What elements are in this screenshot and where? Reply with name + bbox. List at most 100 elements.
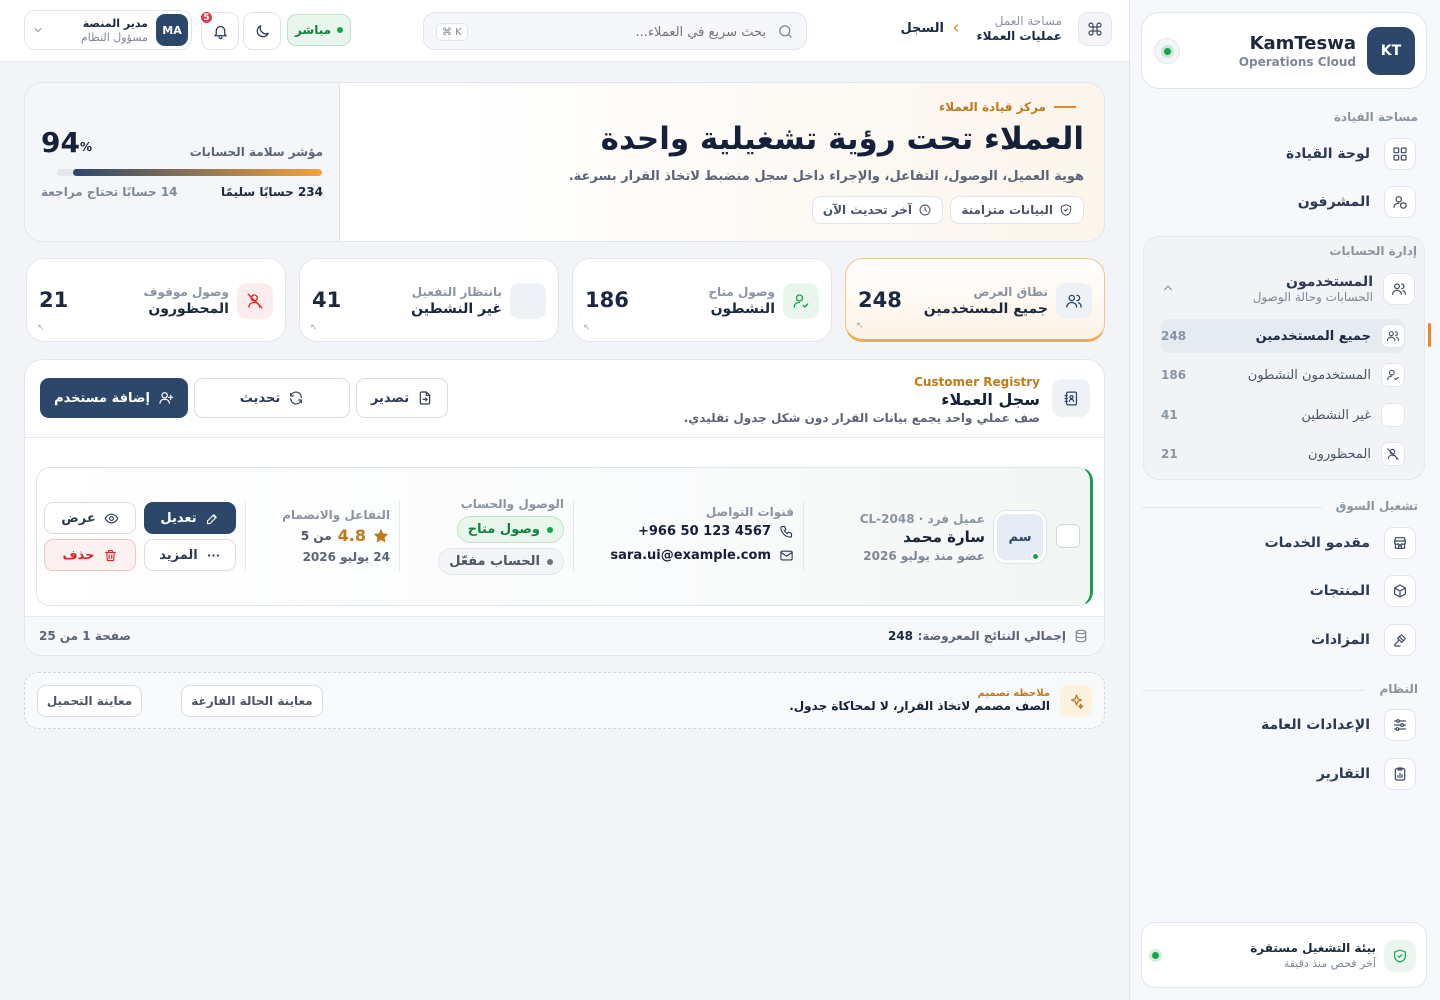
moon-icon xyxy=(256,24,269,37)
sidebar-subitem-count: 41 xyxy=(1161,408,1178,422)
contact-caption: قنوات التواصل xyxy=(705,505,794,519)
breadcrumb-root[interactable]: مساحة العمل xyxy=(977,14,1062,28)
grid-icon xyxy=(1384,138,1416,170)
command-icon[interactable] xyxy=(1078,12,1112,46)
hero-eyebrow-text: مركز قيادة العملاء xyxy=(939,100,1046,114)
sync-label: البيانات متزامنة xyxy=(961,203,1053,217)
access-caption: الوصول والحساب xyxy=(460,497,564,511)
registry-title: سجل العملاء xyxy=(941,390,1040,409)
add-user-button[interactable]: إضافة مستخدم xyxy=(40,378,188,418)
note-eyebrow: ملاحظة تصميم xyxy=(977,688,1050,699)
users-icon xyxy=(1381,324,1405,348)
more-button[interactable]: المزيد xyxy=(144,539,236,571)
stat-label: المحظورون xyxy=(148,301,229,317)
preview-loading-label: معاينة التحميل xyxy=(46,694,133,708)
chevron-left-icon xyxy=(950,22,962,34)
dark-mode-toggle[interactable] xyxy=(243,12,281,50)
edit-label: تعديل xyxy=(160,510,197,526)
health-panel: مؤشر سلامة الحسابات 94 % 234 حسابًا سليم… xyxy=(25,83,340,241)
sidebar-subitem-label: المحظورون xyxy=(1308,446,1371,462)
brand-logo: KT xyxy=(1367,27,1415,75)
export-label: تصدير xyxy=(370,390,410,406)
note-text: الصف مصمم لاتخاذ القرار، لا لمحاكاة جدول… xyxy=(789,699,1050,713)
users-icon xyxy=(1056,283,1092,319)
live-badge: مباشر xyxy=(287,14,351,46)
stat-card-banned-users[interactable]: وصول موقوف المحظورون 21 ↖ xyxy=(26,258,286,342)
active-indicator xyxy=(1428,323,1431,347)
design-note: ملاحظة تصميم الصف مصمم لاتخاذ القرار، لا… xyxy=(24,672,1105,729)
breadcrumb-sub[interactable]: عمليات العملاء xyxy=(977,29,1062,43)
sidebar-subitem-all-users[interactable]: جميع المستخدمين 248 xyxy=(1161,319,1405,353)
delete-button[interactable]: حذف xyxy=(44,539,136,571)
star-icon xyxy=(372,527,390,545)
sidebar-subitem-label: جميع المستخدمين xyxy=(1255,328,1371,344)
stat-label: غير النشطين xyxy=(411,301,502,317)
stat-value: 41 xyxy=(312,288,342,312)
row-checkbox[interactable] xyxy=(1056,524,1080,548)
customer-name[interactable]: سارة محمد xyxy=(903,528,985,546)
health-progress xyxy=(57,169,322,176)
breadcrumb: مساحة العمل عمليات العملاء xyxy=(977,14,1062,43)
sidebar-subitem-active-users[interactable]: المستخدمون النشطون 186 xyxy=(1161,358,1405,392)
export-button[interactable]: تصدير xyxy=(356,378,448,418)
shortcut-badge: ⌘ K xyxy=(436,23,468,41)
access-badge-label: وصول متاح xyxy=(467,522,540,537)
stat-card-all-users[interactable]: نطاق العرض جميع المستخدمين 248 ↖ xyxy=(845,258,1105,342)
stat-caption: نطاق العرض xyxy=(973,285,1048,299)
users-icon xyxy=(1383,273,1415,305)
sparkles-icon xyxy=(1060,685,1092,717)
stat-caption: وصول موقوف xyxy=(143,285,229,299)
registry-card: Customer Registry سجل العملاء صف عملي وا… xyxy=(24,359,1105,656)
trash-icon xyxy=(103,548,118,563)
box-icon xyxy=(1384,575,1416,607)
view-label: عرض xyxy=(61,510,96,526)
search-box[interactable]: ⌘ K xyxy=(423,12,807,50)
sidebar-item-dashboard[interactable]: لوحة القيادة xyxy=(1146,137,1416,171)
stat-card-inactive-users[interactable]: بانتظار التفعيل غير النشطين 41 ↖ xyxy=(299,258,559,342)
search-input[interactable] xyxy=(496,21,766,43)
sidebar-item-auctions[interactable]: المزادات xyxy=(1146,623,1416,657)
stat-card-active-users[interactable]: وصول متاح النشطون 186 ↖ xyxy=(572,258,832,342)
sidebar-subitem-banned-users[interactable]: المحظورون 21 xyxy=(1161,437,1405,471)
sidebar-item-products[interactable]: المنتجات xyxy=(1146,574,1416,608)
sidebar-subitem-label: غير النشطين xyxy=(1301,407,1371,423)
section-title-command: مساحة القيادة xyxy=(1333,110,1418,124)
users-group: إدارة الحسابات المستخدمون الحسابات وحالة… xyxy=(1143,236,1431,480)
phone-field[interactable]: +966 50 123 4567 xyxy=(638,524,794,539)
user-menu[interactable]: MA مدير المنصة مسؤول النظام xyxy=(24,10,192,50)
sidebar-item-label: المزادات xyxy=(1310,632,1370,648)
access-badge: وصول متاح xyxy=(456,516,564,543)
sidebar-item-settings[interactable]: الإعدادات العامة xyxy=(1146,708,1416,742)
stat-value: 21 xyxy=(39,288,69,312)
more-label: المزيد xyxy=(159,547,198,563)
email-field[interactable]: sara.ui@example.com xyxy=(610,548,794,563)
status-dot-icon xyxy=(547,558,553,565)
user-check-icon xyxy=(1381,363,1405,387)
sidebar-subitem-inactive-users[interactable]: غير النشطين 41 xyxy=(1161,398,1405,432)
email-value: sara.ui@example.com xyxy=(610,548,771,563)
system-status-card: بيئة التشغيل مستقرة آخر فحص منذ دقيقة xyxy=(1141,922,1427,988)
section-title-market: تشغيل السوق xyxy=(1335,499,1418,513)
users-group-subtitle: الحسابات وحالة الوصول xyxy=(1252,290,1373,304)
user-role: مسؤول النظام xyxy=(80,31,148,44)
health-score: 94 % xyxy=(41,126,92,159)
edit-button[interactable]: تعديل xyxy=(144,502,236,534)
preview-empty-button[interactable]: معاينة الحالة الفارغة xyxy=(181,685,323,717)
preview-loading-button[interactable]: معاينة التحميل xyxy=(37,685,142,717)
section-title-system: النظام xyxy=(1379,682,1418,696)
table-row[interactable]: سم عميل فرد · CL-2048 سارة محمد عضو منذ … xyxy=(36,467,1093,606)
bell-icon xyxy=(213,25,227,39)
refresh-button[interactable]: تحديث xyxy=(194,378,350,418)
status-pulse-icon xyxy=(1152,952,1159,959)
view-button[interactable]: عرض xyxy=(44,502,136,534)
sidebar-item-supervisors[interactable]: المشرفون xyxy=(1146,185,1416,219)
file-export-icon xyxy=(417,390,433,406)
sidebar-item-reports[interactable]: التقارير xyxy=(1146,757,1416,791)
brand-tagline: Operations Cloud xyxy=(1238,55,1356,69)
dots-icon xyxy=(206,548,221,563)
sidebar-item-label: المنتجات xyxy=(1309,583,1370,599)
gavel-icon xyxy=(1384,624,1416,656)
users-group-toggle[interactable]: المستخدمون الحسابات وحالة الوصول xyxy=(1151,273,1415,307)
notifications-button[interactable]: 5 xyxy=(199,10,239,50)
sidebar-item-providers[interactable]: مقدمو الخدمات xyxy=(1146,526,1416,560)
